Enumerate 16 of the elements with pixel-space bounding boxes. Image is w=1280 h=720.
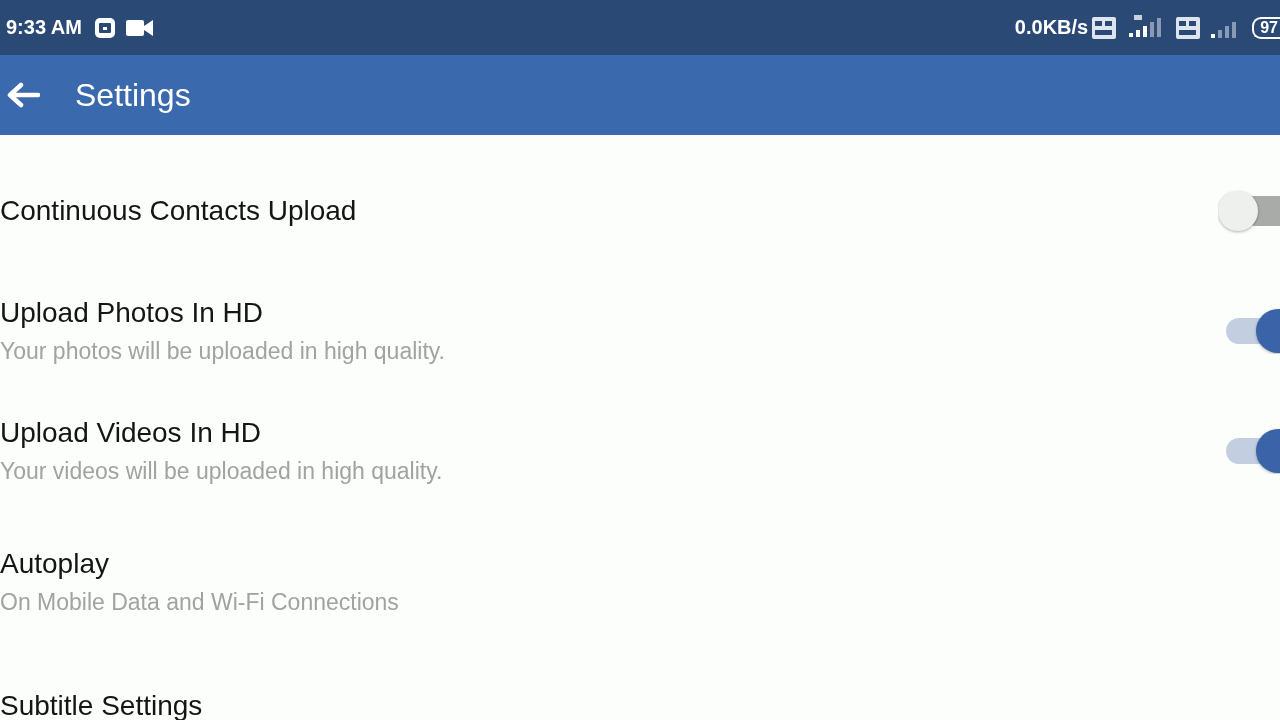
setting-title: Upload Photos In HD: [0, 296, 264, 330]
screen-title: Settings: [75, 76, 191, 114]
screen-icon: [93, 16, 116, 39]
setting-description: Your videos will be uploaded in high quality.: [0, 457, 443, 486]
volte-icon: [1092, 16, 1117, 39]
setting-title: Continuous Contacts Upload: [0, 194, 357, 228]
network-speed: 0.0KB/s: [1014, 16, 1089, 39]
setting-description: Your photos will be uploaded in high quality.: [0, 337, 445, 366]
setting-description: On Mobile Data and Wi-Fi Connections: [0, 588, 399, 617]
battery-icon: 97: [1252, 16, 1280, 39]
volte-icon: [1176, 16, 1201, 39]
clock: 9:33 AM: [6, 16, 82, 39]
setting-title[interactable]: Autoplay: [0, 547, 109, 581]
video-camera-icon: [125, 18, 154, 37]
setting-title[interactable]: Subtitle Settings: [0, 689, 203, 720]
setting-title: Upload Videos In HD: [0, 416, 261, 450]
